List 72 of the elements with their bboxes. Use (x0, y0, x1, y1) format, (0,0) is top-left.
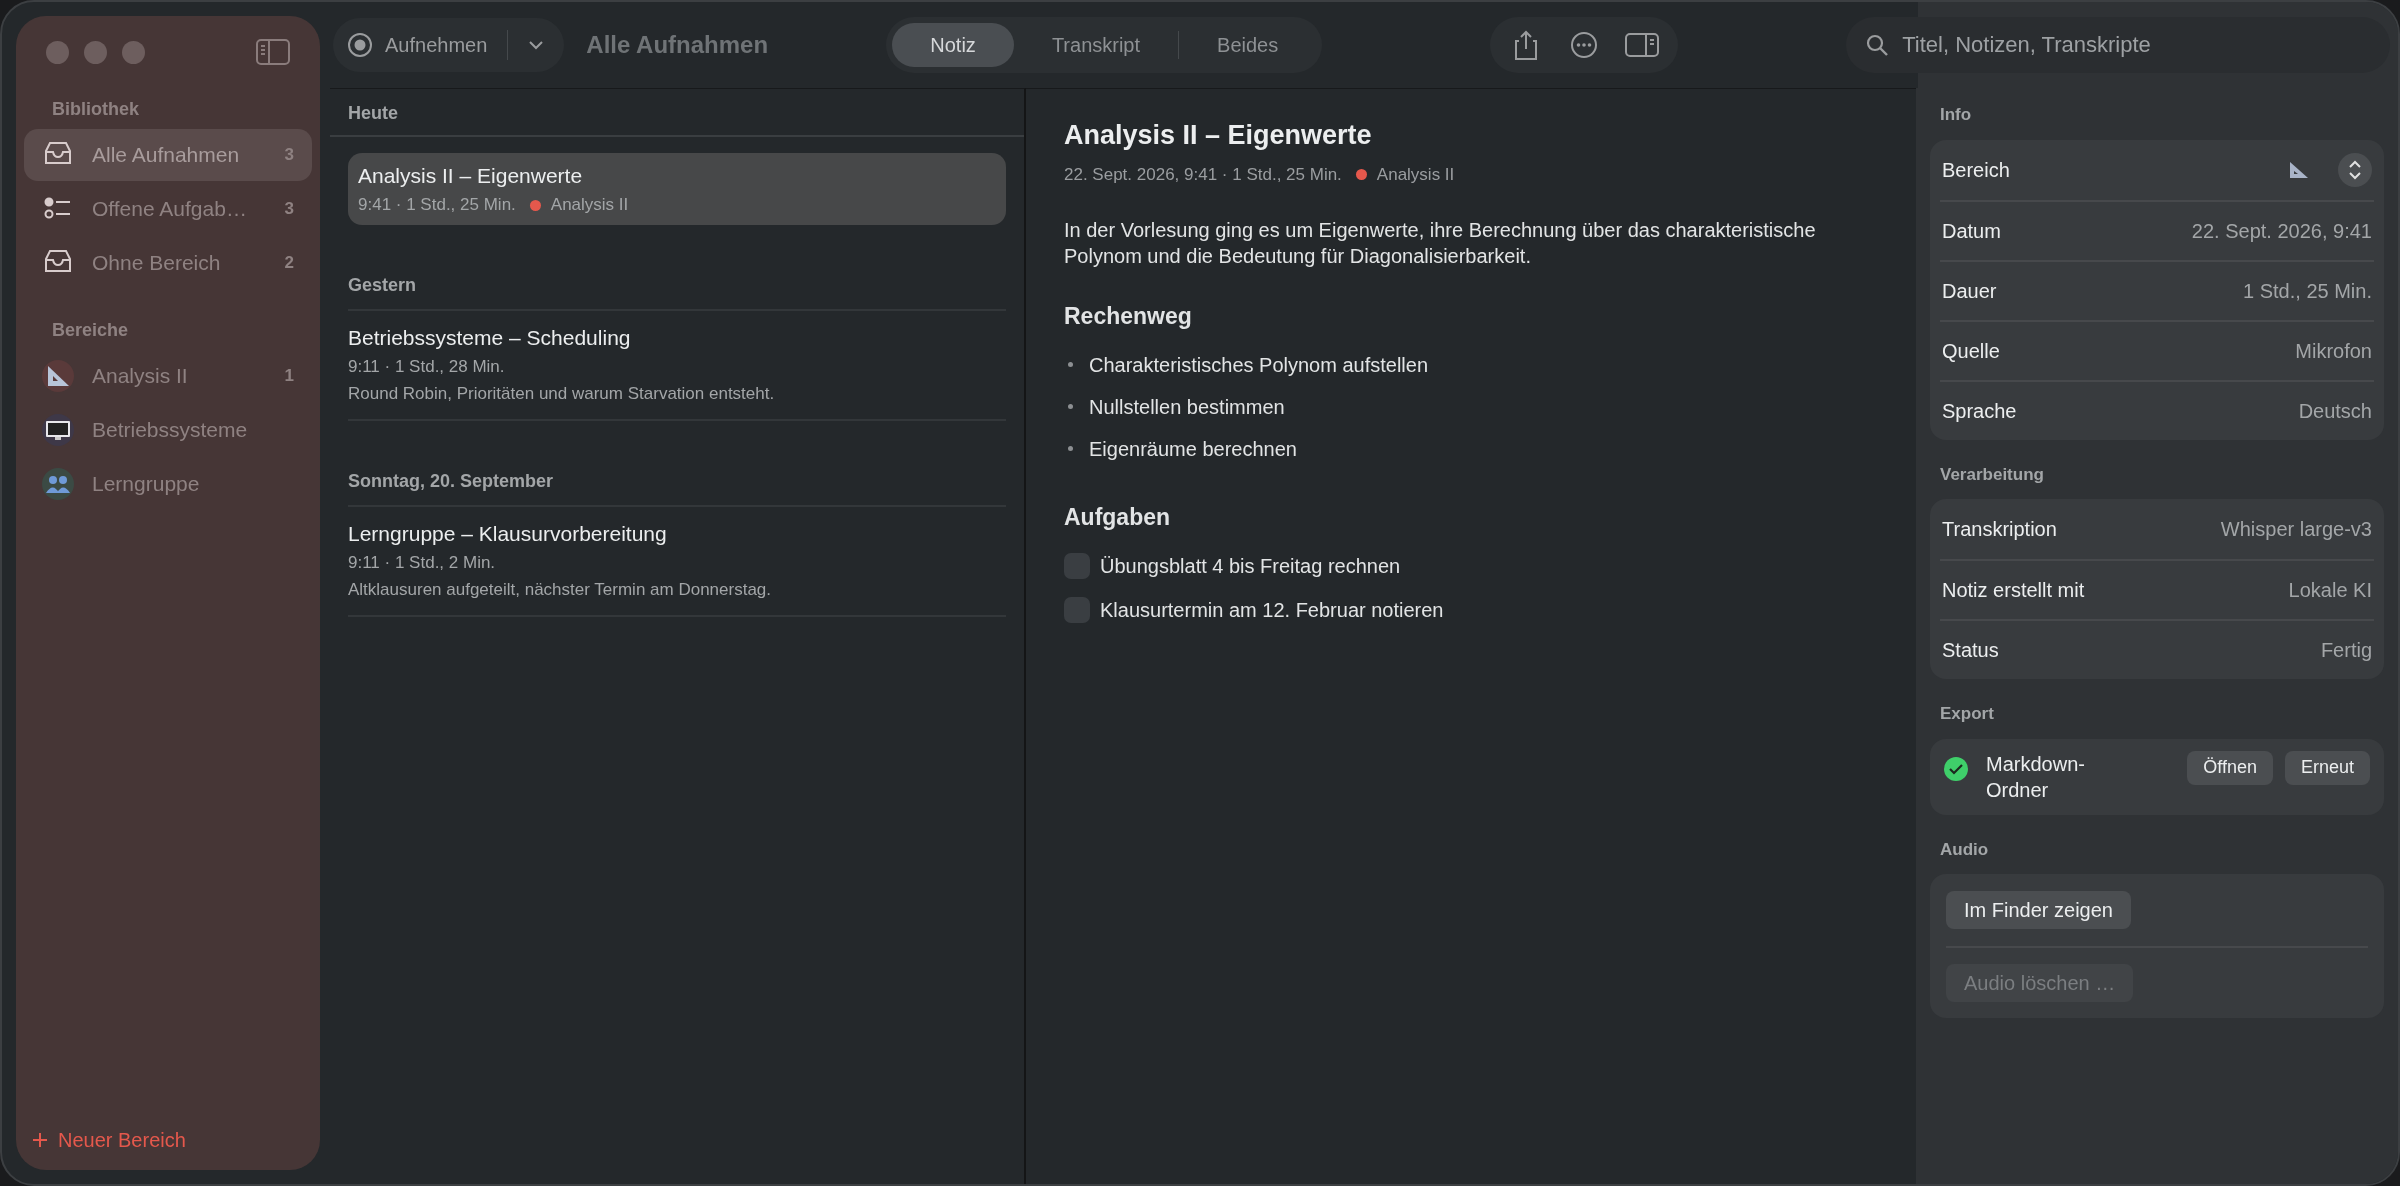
section-heading: Audio (1939, 838, 1990, 861)
row-label: Notiz erstellt mit (1942, 578, 2085, 603)
tag-label: Analysis II (1376, 163, 1455, 186)
row-value: Fertig (2320, 638, 2372, 663)
section-heading: Rechenweg (1064, 302, 1193, 331)
more-icon (1570, 31, 1599, 59)
bullet-text: Eigenräume berechnen (1089, 436, 1297, 462)
row-value: Deutsch (2298, 398, 2372, 424)
bullet-icon (1068, 404, 1073, 409)
export-label: Markdown-Ordner (1986, 751, 2086, 803)
row-label: Status (1942, 638, 1999, 663)
sidebar-item[interactable]: Betriebssysteme (24, 404, 312, 456)
row-label: Dauer (1942, 278, 1997, 304)
sidebar-item[interactable]: Offene Aufgab… 3 (24, 183, 312, 235)
row-label: Transkription (1942, 517, 2057, 542)
sidebar-item[interactable]: Analysis II 1 (24, 350, 312, 402)
bullet-icon (1068, 446, 1073, 451)
bullet-text: Charakteristisches Polynom aufstellen (1089, 352, 1429, 378)
chevron-down-icon (528, 40, 545, 50)
sidebar-toggle-icon[interactable] (256, 39, 290, 65)
search-icon (1866, 34, 1889, 56)
section-heading: Verarbeitung (1939, 463, 2045, 486)
row-value: Lokale KI (2288, 578, 2372, 603)
recording-row[interactable]: Lerngruppe – Klausurvorbereitung 9:11 · 1 Std., 2 Min. Altklausuren aufgeteilt, nächster Termin am Donnerstag. (348, 507, 1006, 617)
bullet-text: Nullstellen bestimmen (1089, 394, 1285, 420)
up-down-chevron-icon (2347, 159, 2363, 180)
row-label: Datum (1942, 218, 2001, 244)
section-heading: Export (1939, 703, 1995, 725)
row-value: Mikrofon (2295, 338, 2372, 364)
task-text: Klausurtermin am 12. Februar notieren (1100, 598, 1444, 623)
recording-row[interactable]: Betriebssysteme – Scheduling 9:11 · 1 Std., 28 Min. Round Robin, Prioritäten und warum Starvation entsteht. (348, 311, 1006, 421)
bullet-icon (1068, 362, 1073, 367)
view-tab[interactable]: Notiz (892, 23, 1014, 67)
monitor-icon (42, 414, 74, 446)
record-icon (347, 32, 373, 58)
note-summary: In der Vorlesung ging es um Eigenwerte, ihre Berechnung über das charakteristische Polynom und die Bedeutung für Diagonalisierbarkeit. (1064, 218, 1817, 269)
section-heading: Info (1939, 104, 1973, 126)
view-title: Alle Aufnahmen (586, 30, 770, 60)
note-meta: 22. Sept. 2026, 9:41 · 1 Std., 25 Min. (1064, 163, 1342, 186)
stepper-button[interactable] (2338, 152, 2372, 187)
export-action-button[interactable]: Erneut (2284, 750, 2370, 785)
zoom-window-icon[interactable] (122, 40, 145, 64)
export-action-button[interactable]: Öffnen (2187, 750, 2273, 785)
sidebar-item[interactable]: Ohne Bereich 2 (24, 237, 312, 289)
section-heading: Bereiche (51, 319, 130, 342)
plus-icon (32, 1132, 48, 1148)
share-icon (1513, 29, 1540, 61)
new-area-button[interactable]: Neuer Bereich (30, 1120, 188, 1160)
row-value: 22. Sept. 2026, 9:41 (2191, 218, 2372, 244)
group-heading: Heute (348, 101, 398, 125)
recording-row[interactable]: Analysis II – Eigenwerte 9:41 · 1 Std., 25 Min. Analysis II (348, 153, 1006, 225)
row-label: Quelle (1942, 338, 2000, 364)
minimize-window-icon[interactable] (84, 40, 107, 64)
view-tab[interactable]: Transkript (1013, 23, 1179, 67)
checkmark-icon (1949, 762, 1963, 775)
row-label: Sprache (1942, 398, 2017, 424)
close-window-icon[interactable] (46, 40, 69, 64)
section-heading: Aufgaben (1064, 502, 1172, 532)
section-heading: Bibliothek (51, 98, 140, 121)
search-field[interactable]: Titel, Notizen, Transkripte (1846, 17, 2391, 73)
group-heading: Sonntag, 20. September (348, 470, 554, 493)
row-label: Bereich (1942, 157, 2010, 183)
people-icon (42, 468, 74, 500)
row-value: Whisper large-v3 (2220, 517, 2372, 542)
task-text: Übungsblatt 4 bis Freitag rechnen (1100, 554, 1401, 579)
group-heading: Gestern (348, 274, 417, 297)
sidebar-item[interactable]: Lerngruppe (24, 458, 312, 510)
view-tab[interactable]: Beides (1179, 23, 1317, 67)
sidebar-right-icon (1625, 33, 1660, 57)
note-title: Analysis II – Eigenwerte (1064, 119, 1373, 152)
audio-button[interactable]: Im Finder zeigen (1946, 891, 2131, 929)
row-value: 1 Std., 25 Min. (2243, 278, 2372, 304)
